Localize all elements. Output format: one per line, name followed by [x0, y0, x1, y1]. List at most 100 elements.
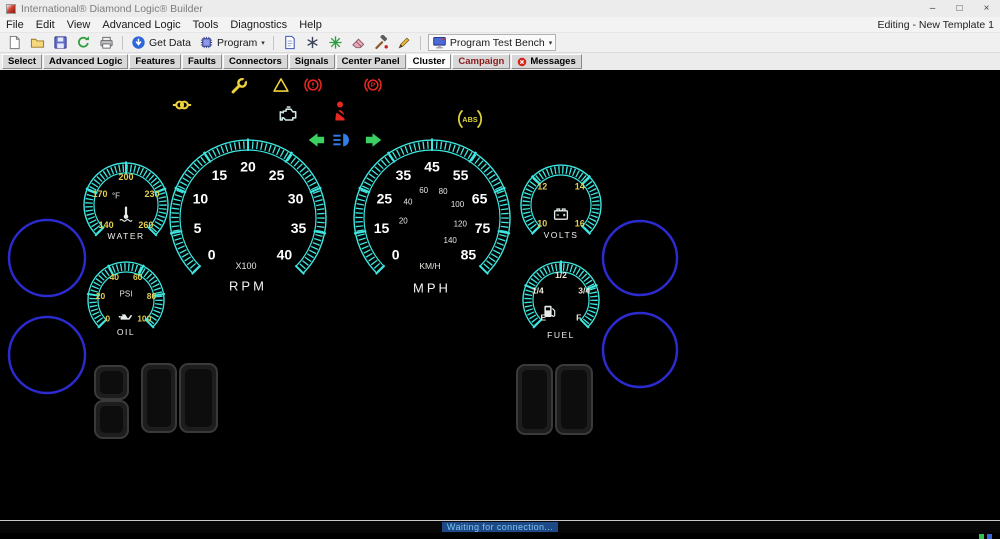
svg-text:MPH: MPH — [413, 281, 451, 296]
tab-signals[interactable]: Signals — [289, 54, 335, 69]
eraser-icon — [351, 35, 366, 50]
svg-text:200: 200 — [118, 172, 133, 182]
get-data-button[interactable]: Get Data — [127, 33, 195, 52]
menu-bar: FileEditViewAdvanced LogicToolsDiagnosti… — [0, 17, 1000, 33]
menu-item-advanced-logic[interactable]: Advanced Logic — [96, 19, 186, 31]
seatbelt-indicator — [334, 102, 347, 121]
tab-messages[interactable]: Messages — [511, 54, 581, 69]
menu-item-diagnostics[interactable]: Diagnostics — [224, 19, 293, 31]
water-temperature-gauge: 140170200230260°FWATER — [84, 162, 168, 242]
dropdown-caret-icon: ▾ — [261, 39, 265, 47]
svg-text:F: F — [576, 313, 581, 323]
svg-text:60: 60 — [133, 272, 143, 282]
program-dropdown-label: Program — [217, 37, 257, 49]
glow-plug-indicator — [173, 102, 191, 109]
tab-label: Advanced Logic — [49, 56, 122, 67]
tab-label: Select — [8, 56, 36, 67]
oil-can-icon — [119, 314, 133, 319]
svg-text:30: 30 — [288, 190, 304, 206]
tab-label: Signals — [295, 56, 329, 67]
maintenance-indicator — [233, 77, 248, 92]
tab-label: Campaign — [458, 56, 504, 67]
tab-connectors[interactable]: Connectors — [223, 54, 288, 69]
new-file-icon[interactable] — [3, 33, 26, 52]
program-dropdown[interactable]: Program ▾ — [195, 33, 269, 52]
tray-green-icon[interactable] — [979, 534, 984, 539]
svg-text:85: 85 — [461, 246, 477, 262]
snowflake-icon — [305, 35, 320, 50]
tachometer: 0510152025303540X100RPM — [170, 139, 326, 294]
tab-center-panel[interactable]: Center Panel — [336, 54, 406, 69]
tab-campaign[interactable]: Campaign — [452, 54, 510, 69]
close-button[interactable]: × — [973, 0, 1000, 17]
tab-label: Connectors — [229, 56, 282, 67]
svg-text:40: 40 — [404, 197, 413, 206]
tab-bar: Select Advanced Logic FeaturesFaults Connec… — [0, 53, 1000, 70]
refresh-icon — [76, 35, 91, 50]
hammer-icon[interactable] — [370, 33, 393, 52]
switch-blank[interactable] — [517, 365, 552, 434]
svg-text:35: 35 — [291, 220, 307, 236]
document-icon[interactable] — [278, 33, 301, 52]
tray-blue-icon[interactable] — [987, 534, 992, 539]
test-bench-icon — [432, 35, 447, 50]
svg-text:20: 20 — [240, 159, 256, 175]
window-title: International® Diamond Logic® Builder — [21, 3, 203, 15]
gauge-bezel-blank — [9, 220, 85, 296]
pencil-icon[interactable] — [393, 33, 416, 52]
maximize-button[interactable]: □ — [946, 0, 973, 17]
svg-text:P: P — [371, 82, 376, 89]
hammer-icon — [374, 35, 389, 50]
burst-icon — [328, 35, 343, 50]
pencil-icon — [397, 35, 412, 50]
tab-features[interactable]: Features — [129, 54, 181, 69]
cluster-display: 140170200230260°FWATER0510152025303540X1… — [0, 70, 1000, 520]
tab-faults[interactable]: Faults — [182, 54, 222, 69]
battery-icon — [555, 209, 568, 219]
minimize-button[interactable]: – — [919, 0, 946, 17]
menu-item-help[interactable]: Help — [293, 19, 328, 31]
svg-text:0: 0 — [392, 246, 400, 262]
burst-icon[interactable] — [324, 33, 347, 52]
editing-status-label: Editing - New Template 1 — [877, 19, 1000, 31]
switch-blank[interactable] — [95, 366, 128, 399]
menu-item-file[interactable]: File — [0, 19, 30, 31]
svg-text:15: 15 — [374, 220, 390, 236]
park-brake-indicator: P — [365, 79, 381, 91]
refresh-icon[interactable] — [72, 33, 95, 52]
warning-indicator — [274, 79, 288, 91]
cluster-svg: 140170200230260°FWATER0510152025303540X1… — [0, 70, 1000, 520]
eraser-icon[interactable] — [347, 33, 370, 52]
tab-cluster[interactable]: Cluster — [407, 54, 452, 69]
program-test-bench-dropdown[interactable]: Program Test Bench▾ — [428, 34, 556, 51]
menu-item-view[interactable]: View — [61, 19, 97, 31]
oil-pressure-gauge: 020406080100PSIOIL — [87, 262, 165, 337]
print-icon[interactable] — [95, 33, 118, 52]
open-file-icon[interactable] — [26, 33, 49, 52]
program-test-bench-dropdown-label: Program Test Bench — [450, 37, 545, 49]
svg-text:VOLTS: VOLTS — [544, 230, 579, 240]
switch-blank[interactable] — [142, 364, 176, 432]
svg-text:15: 15 — [212, 167, 228, 183]
svg-text:100: 100 — [451, 200, 465, 209]
switch-blank[interactable] — [95, 401, 128, 438]
svg-text:0: 0 — [105, 313, 110, 323]
open-file-icon — [30, 35, 45, 50]
menu-item-tools[interactable]: Tools — [187, 19, 225, 31]
switch-blank[interactable] — [556, 365, 592, 434]
svg-text:X100: X100 — [235, 261, 256, 271]
tab-select[interactable]: Select — [2, 54, 42, 69]
snowflake-icon[interactable] — [301, 33, 324, 52]
fuel-pump-icon — [544, 306, 554, 317]
menu-item-edit[interactable]: Edit — [30, 19, 61, 31]
svg-text:140: 140 — [444, 236, 458, 245]
svg-text:120: 120 — [454, 219, 468, 228]
svg-text:20: 20 — [96, 291, 106, 301]
switch-blank[interactable] — [180, 364, 217, 432]
svg-text:40: 40 — [277, 246, 293, 262]
high-beam-indicator — [333, 134, 349, 147]
window-controls: – □ × — [919, 0, 1000, 17]
svg-text:OIL: OIL — [117, 327, 135, 337]
save-icon[interactable] — [49, 33, 72, 52]
tab-advanced-logic[interactable]: Advanced Logic — [43, 54, 128, 69]
